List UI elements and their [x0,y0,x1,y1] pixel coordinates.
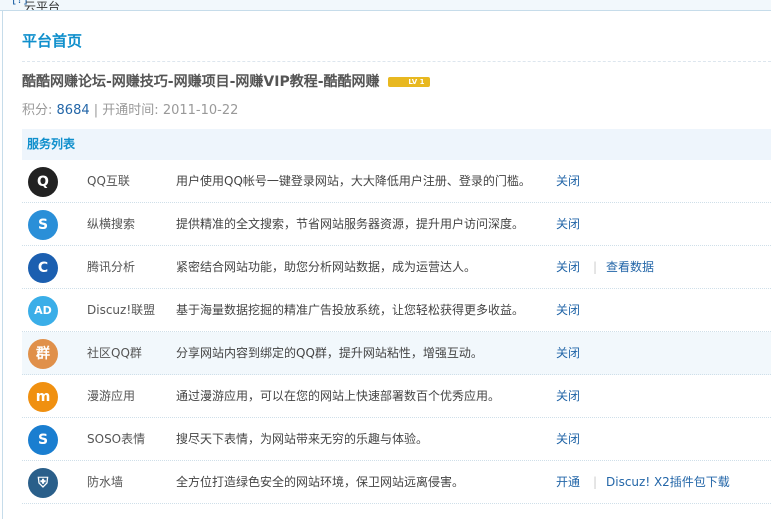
service-row: Q QQ互联 用户使用QQ帐号一键登录网站，大大降低用户注册、登录的门槛。 关闭 [22,160,771,203]
open-date-label: 开通时间: [102,103,159,118]
service-description: 紧密结合网站功能，助您分析网站数据，成为运营达人。 [176,260,477,274]
separator: | [93,103,99,118]
site-name-row: 酷酷网赚论坛-网赚技巧-网赚项目-网赚VIP教程-酷酷网赚 LV 1 [22,71,430,91]
points-value: 8684 [56,103,90,118]
page-title: 平台首页 [22,32,83,50]
service-toggle-link[interactable]: 开通 [556,461,580,504]
breadcrumb: Discuz!云平台 » 平台首页 [24,0,61,11]
points-label: 积分: [22,103,53,118]
site-stats: 积分: 8684 | 开通时间: 2011-10-22 [22,99,238,118]
service-toggle-link[interactable]: 关闭 [556,289,580,332]
manyou-icon: m [28,382,58,412]
service-toggle-link[interactable]: 关闭 [556,246,580,289]
service-name: QQ互联 [87,174,130,188]
service-toggle-link[interactable]: 关闭 [556,203,580,246]
service-description: 分享网站内容到绑定的QQ群，提升网站粘性，增强互动。 [176,346,483,360]
service-description: 基于海量数据挖掘的精准广告投放系统，让您轻松获得更多收益。 [176,303,525,317]
service-toggle-link[interactable]: 关闭 [556,160,580,203]
tencent-analytics-icon: C [28,253,58,283]
service-description: 通过漫游应用，可以在您的网站上快速部署数百个优秀应用。 [176,389,501,403]
service-toggle-link[interactable]: 关闭 [556,332,580,375]
service-name: 腾讯分析 [87,260,136,274]
firewall-shield-icon: ⛨ [28,468,58,498]
qq-penguin-icon: Q [28,167,58,197]
community-qq-group-icon: 群 [28,339,58,369]
service-secondary-link[interactable]: 查看数据 [606,246,654,289]
service-name: SOSO表情 [87,432,146,446]
service-row: C 腾讯分析 紧密结合网站功能，助您分析网站数据，成为运营达人。 关闭 | 查看数据 [22,246,771,289]
service-description: 搜尽天下表情，为网站带来无穷的乐趣与体验。 [176,432,429,446]
service-secondary-link[interactable]: Discuz! X2插件包下载 [606,461,730,504]
service-row: S 纵横搜索 提供精准的全文搜索，节省网站服务器资源，提升用户访问深度。 关闭 [22,203,771,246]
ad-icon: AD [28,296,58,326]
service-name: 社区QQ群 [87,346,142,360]
separator: | [593,475,598,489]
level-badge: LV 1 [387,77,430,87]
service-row: S SOSO表情 搜尽天下表情，为网站带来无穷的乐趣与体验。 关闭 [22,418,771,461]
divider [22,61,771,62]
service-description: 提供精准的全文搜索，节省网站服务器资源，提升用户访问深度。 [176,217,525,231]
separator: | [593,260,598,274]
service-name: Discuz!联盟 [87,303,156,317]
soso-search-icon: S [28,210,58,240]
service-row: AD Discuz!联盟 基于海量数据挖掘的精准广告投放系统，让您轻松获得更多收… [22,289,771,332]
service-name: 纵横搜索 [87,217,136,231]
services-list: Q QQ互联 用户使用QQ帐号一键登录网站，大大降低用户注册、登录的门槛。 关闭… [22,160,771,504]
service-name: 漫游应用 [87,389,136,403]
service-toggle-link[interactable]: 关闭 [556,375,580,418]
service-description: 用户使用QQ帐号一键登录网站，大大降低用户注册、登录的门槛。 [176,174,531,188]
breadcrumb-bar: Discuz!云平台 » 平台首页 [?] [0,0,771,11]
services-header: 服务列表 [22,129,771,160]
service-name: 防水墙 [87,475,124,489]
service-row: m 漫游应用 通过漫游应用，可以在您的网站上快速部署数百个优秀应用。 关闭 [22,375,771,418]
soso-emoticon-icon: S [28,425,58,455]
service-toggle-link[interactable]: 关闭 [556,418,580,461]
open-date: 2011-10-22 [162,103,239,118]
service-description: 全方位打造绿色安全的网站环境，保卫网站远离侵害。 [176,475,465,489]
divider [2,11,3,519]
site-name: 酷酷网赚论坛-网赚技巧-网赚项目-网赚VIP教程-酷酷网赚 [22,74,380,90]
service-row: ⛨ 防水墙 全方位打造绿色安全的网站环境，保卫网站远离侵害。 开通 | Discuz… [22,461,771,504]
service-row: 群 社区QQ群 分享网站内容到绑定的QQ群，提升网站粘性，增强互动。 关闭 [22,332,771,375]
